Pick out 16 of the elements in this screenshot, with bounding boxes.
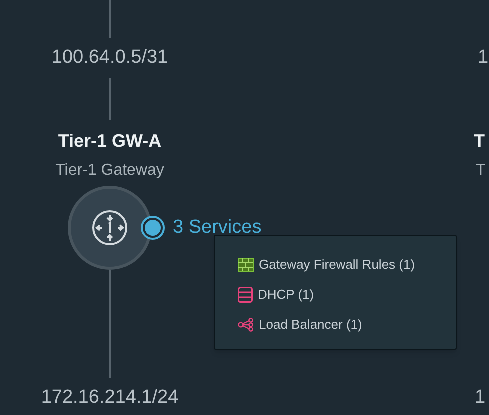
downlink-ip: 172.16.214.1/24 <box>41 386 179 410</box>
gateway-name: Tier-1 GW-A <box>58 130 162 153</box>
gateway-name: T <box>474 130 485 153</box>
downlink-ip: 1 <box>475 386 486 410</box>
uplink-ip: 1 <box>478 46 489 70</box>
server-icon <box>238 287 253 303</box>
service-item[interactable]: Gateway Firewall Rules (1) <box>259 255 416 275</box>
share-nodes-icon <box>238 318 254 332</box>
uplink-ip: 100.64.0.5/31 <box>52 46 168 70</box>
service-item[interactable]: Load Balancer (1) <box>259 315 362 335</box>
router-icon <box>92 210 128 246</box>
firewall-icon <box>238 258 254 272</box>
service-item[interactable]: DHCP (1) <box>258 285 314 305</box>
gateway-type: T <box>476 161 486 181</box>
services-indicator-icon <box>141 216 165 240</box>
gateway-type: Tier-1 Gateway <box>56 161 164 181</box>
